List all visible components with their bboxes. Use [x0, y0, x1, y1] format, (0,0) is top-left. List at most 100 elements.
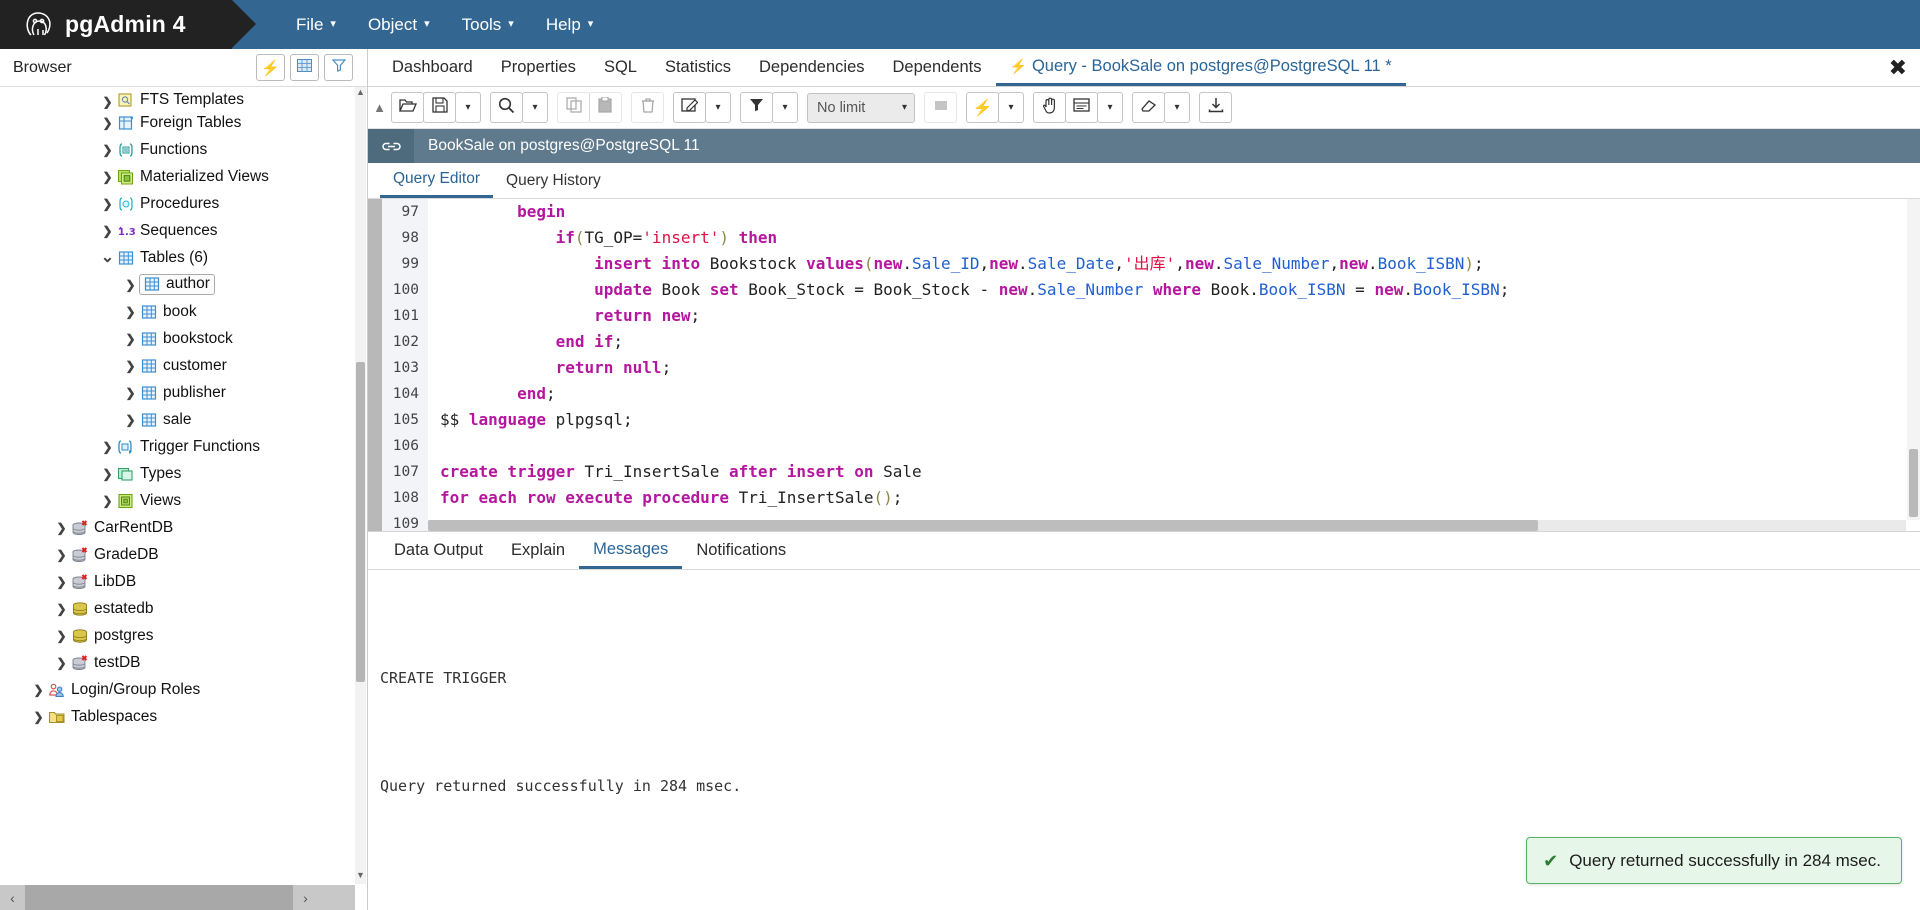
code-line[interactable]: return new;: [440, 303, 1920, 329]
edit-dropdown-button[interactable]: ▾: [705, 92, 731, 123]
editor-hscroll-thumb[interactable]: [428, 520, 1538, 531]
chevron-right-icon[interactable]: ❯: [99, 197, 116, 211]
find-button[interactable]: [490, 92, 523, 123]
tree-item-materialized-views[interactable]: ❯ Materialized Views: [0, 163, 354, 190]
menu-file[interactable]: File ▾: [280, 0, 352, 49]
code-line[interactable]: $$ language plpgsql;: [440, 407, 1920, 433]
delete-button[interactable]: [631, 92, 664, 123]
tab-dependencies[interactable]: Dependencies: [745, 49, 879, 86]
editor-horizontal-scrollbar[interactable]: [428, 520, 1906, 531]
chevron-right-icon[interactable]: ❯: [99, 224, 116, 238]
chevron-right-icon[interactable]: ❯: [30, 683, 47, 697]
code-line[interactable]: update Book set Book_Stock = Book_Stock …: [440, 277, 1920, 303]
tab-notifications[interactable]: Notifications: [682, 532, 800, 569]
tree-item-functions[interactable]: ❯ Functions: [0, 136, 354, 163]
execute-button[interactable]: ⚡: [966, 92, 999, 123]
scroll-right-icon[interactable]: ›: [293, 890, 318, 906]
collapse-toolbar-icon[interactable]: ▲: [368, 87, 391, 128]
tree-item-postgres[interactable]: ❯ postgres: [0, 622, 354, 649]
chevron-right-icon[interactable]: ❯: [53, 521, 70, 535]
chevron-right-icon[interactable]: ❯: [99, 440, 116, 454]
view-data-button[interactable]: [290, 54, 319, 81]
tree-item-publisher[interactable]: ❯ publisher: [0, 379, 354, 406]
editor-vscroll-thumb[interactable]: [1909, 449, 1918, 517]
tree-item-author[interactable]: ❯ author: [0, 271, 354, 298]
tree-item-views[interactable]: ❯ Views: [0, 487, 354, 514]
tree-item-tablespaces[interactable]: ❯ Tablespaces: [0, 703, 354, 730]
menu-tools[interactable]: Tools ▾: [446, 0, 530, 49]
tree-scroll-thumb[interactable]: [356, 362, 365, 682]
tree-hscroll-thumb[interactable]: [25, 885, 293, 910]
tab-query-history[interactable]: Query History: [493, 163, 614, 198]
chevron-right-icon[interactable]: ❯: [53, 602, 70, 616]
tab-properties[interactable]: Properties: [487, 49, 590, 86]
tree-item-testdb[interactable]: ❯ testDB: [0, 649, 354, 676]
code-line[interactable]: for each row execute procedure Tri_Inser…: [440, 485, 1920, 511]
edit-button[interactable]: [673, 92, 706, 123]
tree-item-customer[interactable]: ❯ customer: [0, 352, 354, 379]
tree-item-types[interactable]: ❯ Types: [0, 460, 354, 487]
filter-data-button[interactable]: [740, 92, 773, 123]
paste-button[interactable]: [589, 92, 622, 123]
tree-item-login-group-roles[interactable]: ❯ Login/Group Roles: [0, 676, 354, 703]
chevron-right-icon[interactable]: ❯: [122, 332, 139, 346]
chevron-right-icon[interactable]: ❯: [122, 278, 139, 292]
tree-item-gradedb[interactable]: ❯ GradeDB: [0, 541, 354, 568]
object-tree[interactable]: ❯ FTS Templates ❯ Foreign Tables ❯ Functions ❯…: [0, 87, 354, 884]
execute-dropdown-button[interactable]: ▾: [998, 92, 1024, 123]
chevron-right-icon[interactable]: ❯: [122, 359, 139, 373]
chevron-right-icon[interactable]: ❯: [99, 143, 116, 157]
tab-query[interactable]: ⚡ Query - BookSale on postgres@PostgreSQ…: [995, 49, 1406, 86]
tree-item-fts-templates[interactable]: ❯ FTS Templates: [0, 89, 354, 109]
chevron-right-icon[interactable]: ❯: [99, 95, 116, 109]
open-file-button[interactable]: [391, 92, 424, 123]
save-dropdown-button[interactable]: ▾: [455, 92, 481, 123]
code-line[interactable]: if(TG_OP='insert') then: [440, 225, 1920, 251]
tab-dashboard[interactable]: Dashboard: [378, 49, 487, 86]
chevron-right-icon[interactable]: ❯: [99, 116, 116, 130]
filter-button[interactable]: [324, 54, 353, 81]
chevron-right-icon[interactable]: ❯: [99, 170, 116, 184]
tab-data-output[interactable]: Data Output: [380, 532, 497, 569]
sql-code-area[interactable]: begin if(TG_OP='insert') then insert int…: [428, 199, 1920, 531]
chevron-right-icon[interactable]: ❯: [53, 575, 70, 589]
tree-item-tables-6[interactable]: ⌄ Tables (6): [0, 244, 354, 271]
code-line[interactable]: create trigger Tri_InsertSale after inse…: [440, 459, 1920, 485]
code-line[interactable]: insert into Bookstock values(new.Sale_ID…: [440, 251, 1920, 277]
code-line[interactable]: begin: [440, 204, 1920, 225]
tree-item-sale[interactable]: ❯ sale: [0, 406, 354, 433]
tree-item-carrentdb[interactable]: ❯ CarRentDB: [0, 514, 354, 541]
code-line[interactable]: end;: [440, 381, 1920, 407]
sql-editor[interactable]: 97 98 99 100 101 102 103 104 105 106 107 108 109 beg…: [368, 199, 1920, 531]
close-tab-icon[interactable]: ✖: [1889, 56, 1907, 79]
chevron-right-icon[interactable]: ❯: [122, 386, 139, 400]
code-line[interactable]: return null;: [440, 355, 1920, 381]
tree-vertical-scrollbar[interactable]: ▲ ▼: [355, 87, 366, 884]
tree-horizontal-scrollbar[interactable]: ‹ ›: [0, 885, 355, 910]
tab-messages[interactable]: Messages: [579, 532, 683, 569]
row-limit-select[interactable]: No limit ▾: [807, 92, 915, 123]
explain-options-button[interactable]: ▾: [1097, 92, 1123, 123]
scroll-left-icon[interactable]: ‹: [0, 890, 25, 906]
save-file-button[interactable]: [423, 92, 456, 123]
macros-button[interactable]: [1132, 92, 1165, 123]
macros-dropdown-button[interactable]: ▾: [1164, 92, 1190, 123]
chevron-right-icon[interactable]: ❯: [122, 413, 139, 427]
editor-vertical-scrollbar[interactable]: [1907, 199, 1920, 520]
explain-analyze-button[interactable]: [1065, 92, 1098, 123]
chevron-right-icon[interactable]: ❯: [122, 305, 139, 319]
menu-help[interactable]: Help ▾: [530, 0, 610, 49]
tab-query-editor[interactable]: Query Editor: [380, 163, 494, 198]
success-toast[interactable]: ✔ Query returned successfully in 284 mse…: [1526, 837, 1902, 884]
scroll-up-icon[interactable]: ▲: [355, 87, 366, 101]
find-dropdown-button[interactable]: ▾: [522, 92, 548, 123]
tab-dependents[interactable]: Dependents: [879, 49, 996, 86]
chevron-right-icon[interactable]: ❯: [30, 710, 47, 724]
chevron-right-icon[interactable]: ❯: [99, 494, 116, 508]
chevron-right-icon[interactable]: ❯: [99, 467, 116, 481]
filter-dropdown-button[interactable]: ▾: [772, 92, 798, 123]
chevron-down-icon[interactable]: ⌄: [99, 249, 116, 265]
code-line[interactable]: end if;: [440, 329, 1920, 355]
download-button[interactable]: [1199, 92, 1232, 123]
stop-button[interactable]: [924, 92, 957, 123]
